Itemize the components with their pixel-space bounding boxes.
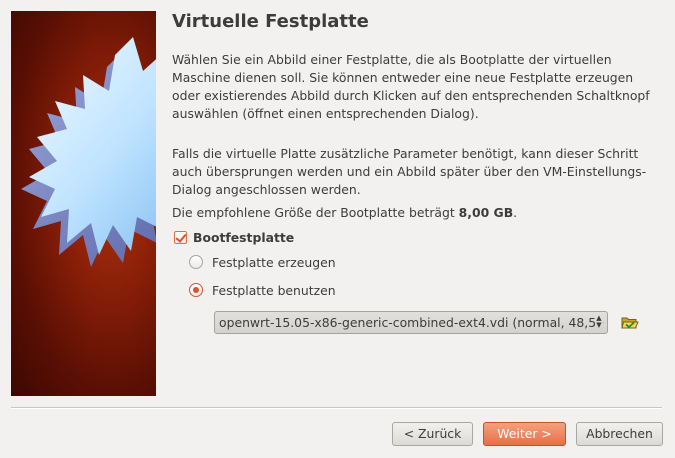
select-arrows-icon: ▲ ▼ [595, 314, 603, 330]
cancel-button[interactable]: Abbrechen [576, 422, 663, 446]
footer-separator [11, 407, 662, 409]
create-disk-label: Festplatte erzeugen [212, 254, 336, 270]
disk-image-select[interactable]: openwrt-15.05-x86-generic-combined-ext4.… [214, 311, 608, 334]
recommended-size-value: 8,00 GB [458, 205, 514, 220]
description-paragraph-1: Wählen Sie ein Abbild einer Festplatte, … [172, 52, 650, 121]
description-paragraph-2: Falls die virtuelle Platte zusätzliche P… [172, 146, 647, 197]
boot-disk-checkbox-row[interactable]: Bootfestplatte [174, 228, 294, 246]
create-disk-radio[interactable] [189, 255, 203, 269]
boot-disk-label: Bootfestplatte [193, 229, 295, 245]
disk-image-select-value: openwrt-15.05-x86-generic-combined-ext4.… [219, 315, 608, 330]
use-disk-option[interactable]: Festplatte benutzen [189, 281, 336, 299]
boot-disk-checkbox[interactable] [174, 230, 187, 244]
recommended-size-text: Die empfohlene Größe der Bootplatte betr… [172, 204, 662, 222]
use-disk-label: Festplatte benutzen [212, 282, 336, 298]
page-title: Virtuelle Festplatte [172, 11, 369, 32]
next-button[interactable]: Weiter > [483, 422, 566, 446]
starburst-icon [21, 37, 156, 267]
recommended-size-suffix: . [513, 205, 518, 220]
back-button[interactable]: < Zurück [392, 422, 473, 446]
wizard-side-image [11, 11, 156, 396]
use-disk-radio[interactable] [189, 283, 203, 297]
recommended-size-prefix: Die empfohlene Größe der Bootplatte betr… [172, 205, 459, 220]
create-disk-option[interactable]: Festplatte erzeugen [189, 253, 336, 271]
choose-disk-file-button[interactable] [621, 314, 639, 331]
folder-open-icon [621, 317, 639, 329]
